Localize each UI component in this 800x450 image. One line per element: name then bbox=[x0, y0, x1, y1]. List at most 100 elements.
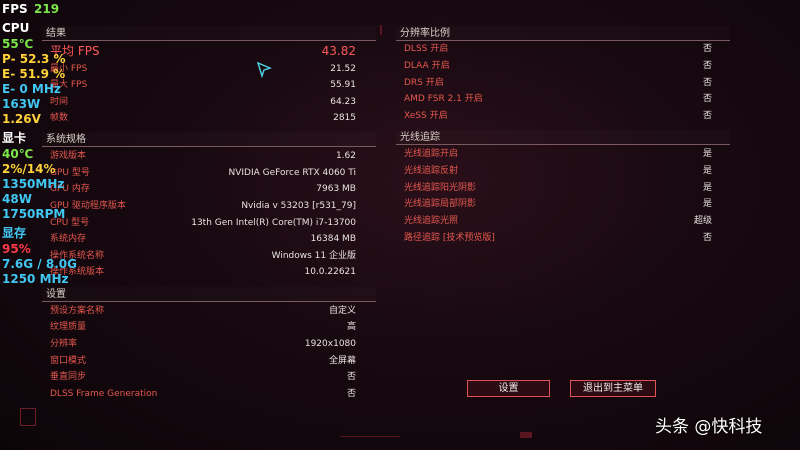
raytracing-label: 光线追踪开启 bbox=[404, 149, 459, 159]
settings-row: 分辨率 1920x1080 bbox=[50, 336, 356, 352]
overlay-fps-label: FPS bbox=[2, 2, 28, 16]
raytracing-value: 是 bbox=[702, 166, 712, 176]
resolution-value: 否 bbox=[702, 61, 712, 71]
result-row: 最小 FPS 21.52 bbox=[50, 61, 356, 77]
settings-header: 设置 bbox=[42, 287, 376, 302]
system-title: 系统规格 bbox=[46, 134, 86, 145]
system-header: 系统规格 bbox=[42, 132, 376, 147]
resolution-title: 分辨率比例 bbox=[400, 28, 450, 39]
settings-label: 预设方案名称 bbox=[50, 306, 105, 316]
settings-button[interactable]: 设置 bbox=[467, 380, 550, 397]
raytracing-value: 是 bbox=[702, 183, 712, 193]
system-row: GPU 型号 NVIDIA GeForce RTX 4060 Ti bbox=[50, 165, 356, 181]
overlay-fps-value: 219 bbox=[34, 2, 60, 16]
raytracing-label: 光线追踪反射 bbox=[404, 166, 459, 176]
system-row: 游戏版本 1.62 bbox=[50, 148, 356, 164]
raytracing-label: 光线追踪光照 bbox=[404, 216, 459, 226]
overlay-cpu-e: E- 51.9 % bbox=[2, 67, 66, 81]
overlay-gpu-usage: 2%/14% bbox=[2, 162, 56, 176]
settings-row: DLSS Frame Generation 否 bbox=[50, 386, 356, 402]
settings-row: 预设方案名称 自定义 bbox=[50, 303, 356, 319]
raytracing-value: 是 bbox=[702, 149, 712, 159]
overlay-cpu-temp: 55℃ bbox=[2, 37, 34, 51]
resolution-value: 否 bbox=[702, 94, 712, 104]
settings-title: 设置 bbox=[46, 289, 66, 300]
overlay-vram-clock: 1250 MHz bbox=[2, 272, 69, 286]
system-row: CPU 型号 13th Gen Intel(R) Core(TM) i7-137… bbox=[50, 215, 356, 231]
raytracing-row: 光线追踪阳光阴影 是 bbox=[404, 180, 712, 196]
settings-value: 1920x1080 bbox=[304, 339, 356, 349]
settings-value: 否 bbox=[346, 372, 356, 382]
resolution-row: DRS 开启 否 bbox=[404, 75, 712, 91]
watermark: 头条 @快科技 bbox=[655, 417, 763, 437]
raytracing-value: 超级 bbox=[693, 216, 712, 226]
raytracing-row: 光线追踪局部阴影 是 bbox=[404, 196, 712, 212]
settings-label: 纹理质量 bbox=[50, 322, 87, 332]
overlay-cpu-p: P- 52.3 % bbox=[2, 52, 66, 66]
system-value: NVIDIA GeForce RTX 4060 Ti bbox=[228, 168, 356, 178]
bg-bottom-line-left bbox=[340, 436, 400, 437]
overlay-cpu-e-mhz: E- 0 MHz bbox=[2, 82, 61, 96]
resolution-row: XeSS 开启 否 bbox=[404, 108, 712, 124]
system-value: Windows 11 企业版 bbox=[271, 251, 356, 261]
system-value: Nvidia v 53203 [r531_79] bbox=[241, 201, 356, 211]
raytracing-row: 光线追踪反射 是 bbox=[404, 163, 712, 179]
overlay-vram-size: 7.6G / 8.0G bbox=[2, 257, 77, 271]
raytracing-title: 光线追踪 bbox=[400, 132, 440, 143]
settings-value: 全屏幕 bbox=[328, 356, 356, 366]
exit-to-main-menu-button[interactable]: 退出到主菜单 bbox=[570, 380, 656, 397]
result-row: 帧数 2815 bbox=[50, 110, 356, 126]
bg-bottom-line-right bbox=[520, 432, 532, 438]
result-value: 21.52 bbox=[330, 64, 356, 74]
system-row: 操作系统版本 10.0.22621 bbox=[50, 264, 356, 280]
corner-badge-icon bbox=[20, 408, 36, 426]
system-value: 10.0.22621 bbox=[304, 267, 356, 277]
resolution-row: DLSS 开启 否 bbox=[404, 41, 712, 57]
result-value: 55.91 bbox=[330, 80, 356, 90]
resolution-label: XeSS 开启 bbox=[404, 111, 448, 121]
system-value: 16384 MB bbox=[310, 234, 356, 244]
resolution-label: DLSS 开启 bbox=[404, 44, 449, 54]
overlay-gpu-power: 48W bbox=[2, 192, 32, 206]
result-label: 帧数 bbox=[50, 113, 69, 123]
system-row: 操作系统名称 Windows 11 企业版 bbox=[50, 248, 356, 264]
raytracing-label: 光线追踪局部阴影 bbox=[404, 199, 477, 209]
overlay-gpu-label: 显卡 bbox=[2, 131, 27, 145]
system-row: GPU 内存 7963 MB bbox=[50, 181, 356, 197]
raytracing-value: 是 bbox=[702, 199, 712, 209]
raytracing-row: 光线追踪光照 超级 bbox=[404, 213, 712, 229]
overlay-gpu-temp: 40℃ bbox=[2, 147, 34, 161]
resolution-label: DRS 开启 bbox=[404, 78, 444, 88]
resolution-header: 分辨率比例 bbox=[396, 26, 730, 41]
overlay-gpu-fan: 1750RPM bbox=[2, 207, 66, 221]
settings-label: 垂直同步 bbox=[50, 372, 87, 382]
raytracing-header: 光线追踪 bbox=[396, 130, 730, 145]
system-row: 系统内存 16384 MB bbox=[50, 231, 356, 247]
settings-label: 窗口模式 bbox=[50, 356, 87, 366]
resolution-value: 否 bbox=[702, 78, 712, 88]
bg-divider-top bbox=[380, 25, 382, 35]
result-value: 64.23 bbox=[330, 97, 356, 107]
raytracing-row: 路径追踪 [技术预览版] 否 bbox=[404, 230, 712, 246]
settings-value: 自定义 bbox=[328, 306, 356, 316]
resolution-label: AMD FSR 2.1 开启 bbox=[404, 94, 483, 104]
settings-row: 垂直同步 否 bbox=[50, 369, 356, 385]
system-label: 系统内存 bbox=[50, 234, 87, 244]
result-label: 时间 bbox=[50, 97, 69, 107]
avg-fps-row: 平均 FPS 43.82 bbox=[50, 42, 356, 60]
system-row: GPU 驱动程序版本 Nvidia v 53203 [r531_79] bbox=[50, 198, 356, 214]
overlay-gpu-clock: 1350MHz bbox=[2, 177, 65, 191]
overlay-vram-usage: 95% bbox=[2, 242, 31, 256]
overlay-cpu-label: CPU bbox=[2, 21, 30, 35]
system-value: 7963 MB bbox=[316, 184, 356, 194]
settings-row: 纹理质量 高 bbox=[50, 319, 356, 335]
system-value: 13th Gen Intel(R) Core(TM) i7-13700 bbox=[191, 218, 356, 228]
overlay-cpu-power: 163W bbox=[2, 97, 41, 111]
resolution-value: 否 bbox=[702, 44, 712, 54]
resolution-label: DLAA 开启 bbox=[404, 61, 450, 71]
resolution-row: AMD FSR 2.1 开启 否 bbox=[404, 91, 712, 107]
raytracing-row: 光线追踪开启 是 bbox=[404, 146, 712, 162]
result-row: 时间 64.23 bbox=[50, 94, 356, 110]
result-value: 2815 bbox=[333, 113, 356, 123]
overlay-vram-label: 显存 bbox=[2, 226, 27, 240]
